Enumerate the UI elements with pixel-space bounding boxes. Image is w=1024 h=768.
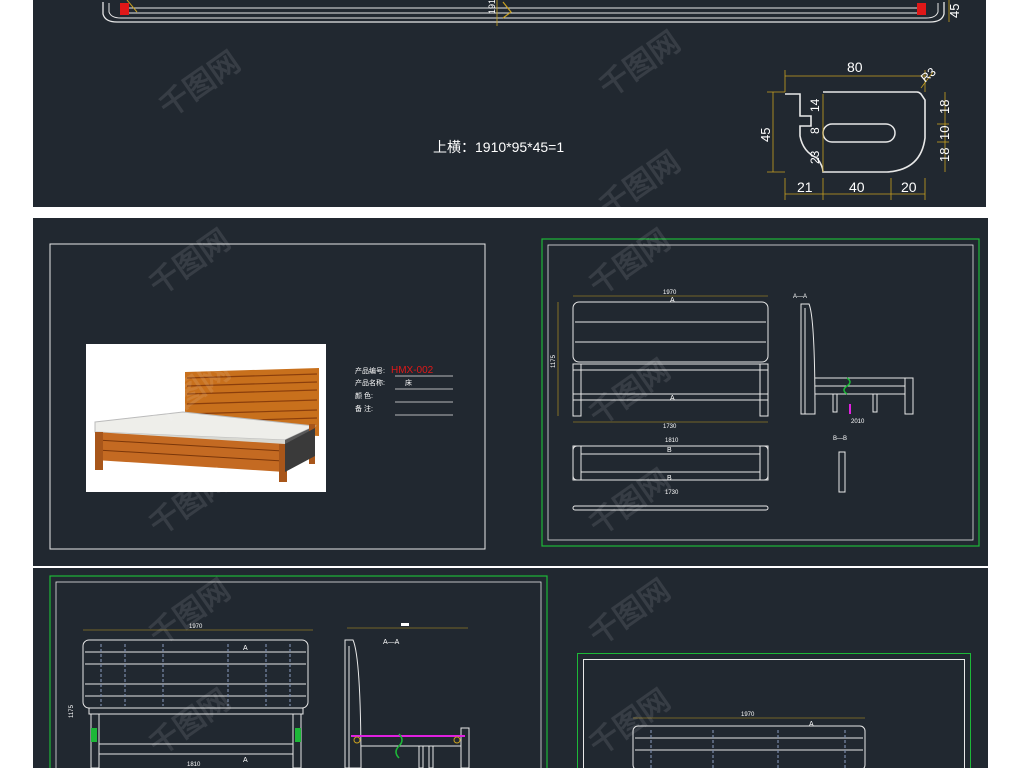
section-left-dim-1: 14 <box>808 98 822 112</box>
product-code-label: 产品编号: <box>355 366 385 375</box>
front-width-label: 1970 <box>663 290 677 296</box>
product-code-value: HMX-002 <box>391 365 434 376</box>
section-left-dim-2: 8 <box>808 127 822 134</box>
plan-inner-width-label: 1730 <box>665 490 679 496</box>
plan-letter-b: B <box>667 447 672 454</box>
section-b-label: B—B <box>833 436 847 442</box>
section-right-dim-1: 18 <box>937 100 952 114</box>
product-info-table: 产品编号: HMX-002 产品名称: 床 颜 色: 备 注: <box>355 365 453 416</box>
section-a-label: A—A <box>793 294 807 300</box>
assembly-left-panel: 1970 A A 1810 1175 A—A 1970 A 千图网 千图网 千图… <box>33 568 988 768</box>
section-width-label: 80 <box>847 59 863 75</box>
section-left-dim-3: 23 <box>808 150 822 164</box>
rail-drawing-svg: 1910 45 上横：1910*95*45=1 80 R3 45 14 8 23… <box>102 0 962 200</box>
top-rail-shape <box>102 0 945 26</box>
front-inner-width-label: 1730 <box>663 424 677 430</box>
product-name-label: 产品名称: <box>355 378 385 387</box>
section-bottom-dim-2: 40 <box>849 179 865 195</box>
detail-headboard <box>632 725 866 768</box>
rail-connector-right <box>917 3 926 15</box>
part-label: 上横：1910*95*45=1 <box>433 139 564 155</box>
rail-length-label: 1910 <box>487 0 497 14</box>
product-note-label: 备 注: <box>355 404 373 413</box>
detail-svg: 1970 A <box>632 712 866 768</box>
detail-dowels <box>650 730 846 768</box>
section-radius-label: R3 <box>918 64 939 85</box>
side-length-label: 2010 <box>851 419 865 425</box>
section-b-profile <box>838 451 846 493</box>
section-right-dim-3: 18 <box>937 148 952 162</box>
section-right-dim-2: 10 <box>937 126 952 140</box>
product-sheet-panel: 产品编号: HMX-002 产品名称: 床 颜 色: 备 注: 1970 A A… <box>33 218 988 566</box>
long-rail <box>572 505 769 511</box>
side-view <box>800 303 914 415</box>
front-letter-a: A <box>670 297 675 304</box>
section-bottom-dim-3: 20 <box>901 179 917 195</box>
detail-letter-a: A <box>809 721 814 728</box>
rail-drawing-panel: 1910 45 上横：1910*95*45=1 80 R3 45 14 8 23… <box>33 0 986 207</box>
rail-height-label: 45 <box>947 4 962 18</box>
rail-cross-section <box>785 91 926 173</box>
front-letter-a-lower: A <box>670 395 675 402</box>
section-bottom-dim-1: 21 <box>797 179 813 195</box>
bed-render-image <box>86 344 326 492</box>
section-height-label: 45 <box>758 128 773 142</box>
front-height-label: 1175 <box>551 354 557 368</box>
product-name-value: 床 <box>405 378 412 387</box>
product-sheet-svg: 产品编号: HMX-002 产品名称: 床 颜 色: 备 注: 1970 A A… <box>49 238 980 550</box>
rail-connector-left <box>120 3 129 15</box>
detail-width-label: 1970 <box>741 712 755 718</box>
product-color-label: 颜 色: <box>355 391 373 400</box>
plan-letter-b-lower: B <box>667 475 672 482</box>
slot-shape <box>822 123 896 143</box>
plan-width-label: 1810 <box>665 438 679 444</box>
